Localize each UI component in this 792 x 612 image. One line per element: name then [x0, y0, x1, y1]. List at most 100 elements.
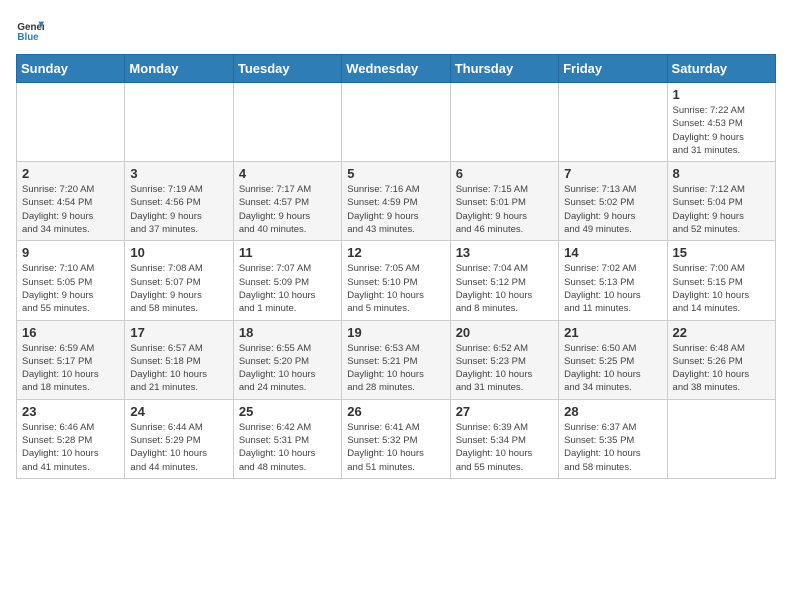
day-number: 7 [564, 166, 661, 181]
weekday-header-wednesday: Wednesday [342, 55, 450, 83]
day-number: 21 [564, 325, 661, 340]
calendar-cell: 20 Sunrise: 6:52 AM Sunset: 5:23 PM Dayli… [450, 320, 558, 399]
calendar-cell: 1 Sunrise: 7:22 AM Sunset: 4:53 PM Daylig… [667, 83, 775, 162]
day-info: Sunrise: 6:44 AM Sunset: 5:29 PM Dayligh… [130, 421, 227, 474]
day-number: 18 [239, 325, 336, 340]
day-number: 20 [456, 325, 553, 340]
calendar-cell: 22 Sunrise: 6:48 AM Sunset: 5:26 PM Dayli… [667, 320, 775, 399]
calendar-week-4: 16 Sunrise: 6:59 AM Sunset: 5:17 PM Dayli… [17, 320, 776, 399]
day-info: Sunrise: 7:10 AM Sunset: 5:05 PM Dayligh… [22, 262, 119, 315]
day-info: Sunrise: 7:17 AM Sunset: 4:57 PM Dayligh… [239, 183, 336, 236]
calendar-cell: 17 Sunrise: 6:57 AM Sunset: 5:18 PM Dayli… [125, 320, 233, 399]
day-info: Sunrise: 6:46 AM Sunset: 5:28 PM Dayligh… [22, 421, 119, 474]
day-number: 3 [130, 166, 227, 181]
page-header: General Blue [16, 16, 776, 44]
day-number: 4 [239, 166, 336, 181]
day-info: Sunrise: 7:19 AM Sunset: 4:56 PM Dayligh… [130, 183, 227, 236]
weekday-header-tuesday: Tuesday [233, 55, 341, 83]
day-number: 8 [673, 166, 770, 181]
day-number: 13 [456, 245, 553, 260]
day-info: Sunrise: 7:04 AM Sunset: 5:12 PM Dayligh… [456, 262, 553, 315]
calendar-cell: 4 Sunrise: 7:17 AM Sunset: 4:57 PM Daylig… [233, 162, 341, 241]
calendar-cell: 21 Sunrise: 6:50 AM Sunset: 5:25 PM Dayli… [559, 320, 667, 399]
day-info: Sunrise: 6:53 AM Sunset: 5:21 PM Dayligh… [347, 342, 444, 395]
day-info: Sunrise: 6:59 AM Sunset: 5:17 PM Dayligh… [22, 342, 119, 395]
calendar-header-row: SundayMondayTuesdayWednesdayThursdayFrid… [17, 55, 776, 83]
day-info: Sunrise: 7:16 AM Sunset: 4:59 PM Dayligh… [347, 183, 444, 236]
calendar-cell: 2 Sunrise: 7:20 AM Sunset: 4:54 PM Daylig… [17, 162, 125, 241]
day-number: 9 [22, 245, 119, 260]
day-info: Sunrise: 6:42 AM Sunset: 5:31 PM Dayligh… [239, 421, 336, 474]
calendar-cell: 11 Sunrise: 7:07 AM Sunset: 5:09 PM Dayli… [233, 241, 341, 320]
day-info: Sunrise: 6:37 AM Sunset: 5:35 PM Dayligh… [564, 421, 661, 474]
calendar-cell: 5 Sunrise: 7:16 AM Sunset: 4:59 PM Daylig… [342, 162, 450, 241]
calendar-week-1: 1 Sunrise: 7:22 AM Sunset: 4:53 PM Daylig… [17, 83, 776, 162]
calendar-cell: 18 Sunrise: 6:55 AM Sunset: 5:20 PM Dayli… [233, 320, 341, 399]
weekday-header-monday: Monday [125, 55, 233, 83]
logo-icon: General Blue [16, 16, 44, 44]
calendar-cell: 19 Sunrise: 6:53 AM Sunset: 5:21 PM Dayli… [342, 320, 450, 399]
day-number: 23 [22, 404, 119, 419]
day-info: Sunrise: 6:52 AM Sunset: 5:23 PM Dayligh… [456, 342, 553, 395]
weekday-header-friday: Friday [559, 55, 667, 83]
day-number: 26 [347, 404, 444, 419]
day-number: 28 [564, 404, 661, 419]
day-info: Sunrise: 7:05 AM Sunset: 5:10 PM Dayligh… [347, 262, 444, 315]
weekday-header-thursday: Thursday [450, 55, 558, 83]
calendar-cell: 13 Sunrise: 7:04 AM Sunset: 5:12 PM Dayli… [450, 241, 558, 320]
calendar-cell: 14 Sunrise: 7:02 AM Sunset: 5:13 PM Dayli… [559, 241, 667, 320]
calendar-cell [233, 83, 341, 162]
day-number: 14 [564, 245, 661, 260]
calendar-cell [125, 83, 233, 162]
day-number: 11 [239, 245, 336, 260]
weekday-header-sunday: Sunday [17, 55, 125, 83]
day-info: Sunrise: 6:48 AM Sunset: 5:26 PM Dayligh… [673, 342, 770, 395]
calendar-table: SundayMondayTuesdayWednesdayThursdayFrid… [16, 54, 776, 479]
day-info: Sunrise: 7:12 AM Sunset: 5:04 PM Dayligh… [673, 183, 770, 236]
calendar-cell: 27 Sunrise: 6:39 AM Sunset: 5:34 PM Dayli… [450, 399, 558, 478]
day-info: Sunrise: 6:50 AM Sunset: 5:25 PM Dayligh… [564, 342, 661, 395]
day-number: 2 [22, 166, 119, 181]
day-number: 22 [673, 325, 770, 340]
calendar-cell: 10Sunrise: 7:08 AM Sunset: 5:07 PM Dayli… [125, 241, 233, 320]
day-number: 19 [347, 325, 444, 340]
day-number: 24 [130, 404, 227, 419]
calendar-cell: 3 Sunrise: 7:19 AM Sunset: 4:56 PM Daylig… [125, 162, 233, 241]
calendar-cell: 7Sunrise: 7:13 AM Sunset: 5:02 PM Daylig… [559, 162, 667, 241]
calendar-cell: 9 Sunrise: 7:10 AM Sunset: 5:05 PM Daylig… [17, 241, 125, 320]
day-number: 6 [456, 166, 553, 181]
calendar-week-3: 9 Sunrise: 7:10 AM Sunset: 5:05 PM Daylig… [17, 241, 776, 320]
day-info: Sunrise: 7:20 AM Sunset: 4:54 PM Dayligh… [22, 183, 119, 236]
calendar-cell: 12 Sunrise: 7:05 AM Sunset: 5:10 PM Dayli… [342, 241, 450, 320]
weekday-header-saturday: Saturday [667, 55, 775, 83]
day-number: 1 [673, 87, 770, 102]
calendar-cell [667, 399, 775, 478]
day-info: Sunrise: 7:22 AM Sunset: 4:53 PM Dayligh… [673, 104, 770, 157]
calendar-cell [450, 83, 558, 162]
calendar-cell: 25Sunrise: 6:42 AM Sunset: 5:31 PM Dayli… [233, 399, 341, 478]
day-number: 5 [347, 166, 444, 181]
calendar-cell: 8 Sunrise: 7:12 AM Sunset: 5:04 PM Daylig… [667, 162, 775, 241]
day-number: 10 [130, 245, 227, 260]
day-number: 16 [22, 325, 119, 340]
calendar-cell: 15Sunrise: 7:00 AM Sunset: 5:15 PM Dayli… [667, 241, 775, 320]
svg-text:Blue: Blue [17, 32, 39, 43]
calendar-cell [342, 83, 450, 162]
day-info: Sunrise: 6:55 AM Sunset: 5:20 PM Dayligh… [239, 342, 336, 395]
calendar-cell: 23 Sunrise: 6:46 AM Sunset: 5:28 PM Dayli… [17, 399, 125, 478]
calendar-cell [559, 83, 667, 162]
day-number: 12 [347, 245, 444, 260]
calendar-cell: 24 Sunrise: 6:44 AM Sunset: 5:29 PM Dayli… [125, 399, 233, 478]
day-info: Sunrise: 6:39 AM Sunset: 5:34 PM Dayligh… [456, 421, 553, 474]
calendar-cell: 16 Sunrise: 6:59 AM Sunset: 5:17 PM Dayli… [17, 320, 125, 399]
calendar-cell: 6Sunrise: 7:15 AM Sunset: 5:01 PM Daylig… [450, 162, 558, 241]
calendar-week-2: 2 Sunrise: 7:20 AM Sunset: 4:54 PM Daylig… [17, 162, 776, 241]
calendar-cell: 28 Sunrise: 6:37 AM Sunset: 5:35 PM Dayli… [559, 399, 667, 478]
day-info: Sunrise: 7:02 AM Sunset: 5:13 PM Dayligh… [564, 262, 661, 315]
day-number: 17 [130, 325, 227, 340]
day-number: 15 [673, 245, 770, 260]
day-info: Sunrise: 6:57 AM Sunset: 5:18 PM Dayligh… [130, 342, 227, 395]
day-info: Sunrise: 7:07 AM Sunset: 5:09 PM Dayligh… [239, 262, 336, 315]
calendar-cell [17, 83, 125, 162]
day-number: 27 [456, 404, 553, 419]
